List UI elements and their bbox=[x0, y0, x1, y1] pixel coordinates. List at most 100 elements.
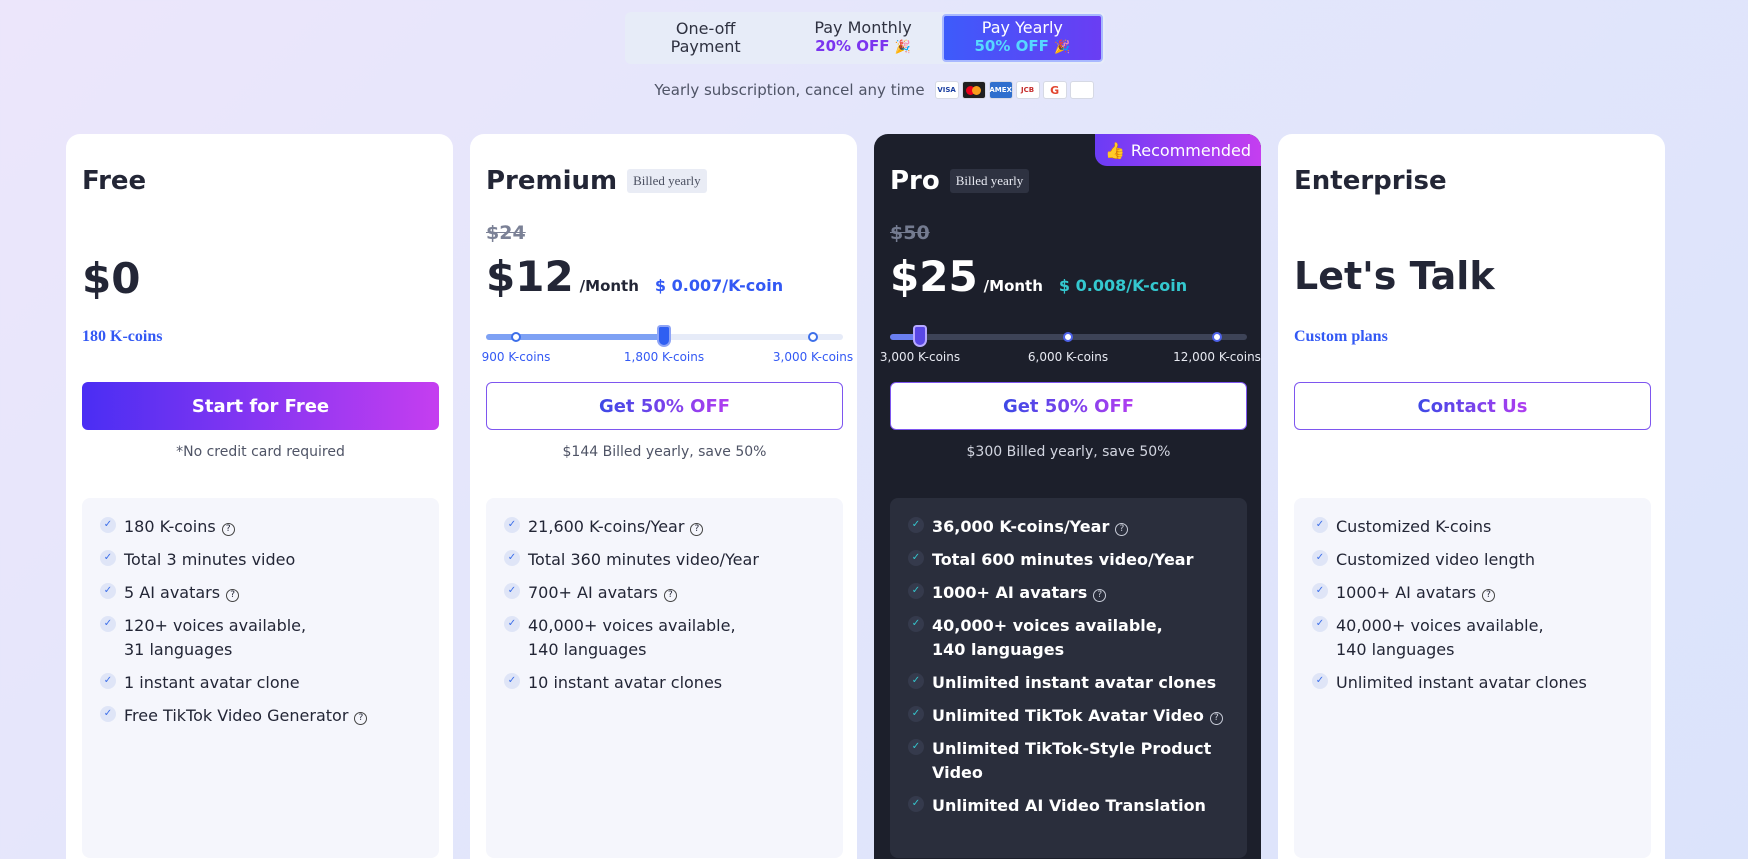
get-discount-button[interactable]: Get 50% OFF bbox=[890, 382, 1247, 430]
help-icon[interactable]: ? bbox=[1482, 588, 1496, 602]
plan-card-enterprise: Enterprise Let's Talk Custom plans Conta… bbox=[1278, 134, 1665, 859]
jcb-icon: JCB bbox=[1015, 81, 1040, 99]
tick-label: 1,800 K-coins bbox=[623, 350, 705, 364]
feature-item: ✓ 36,000 K-coins/Year? bbox=[908, 506, 1229, 539]
plan-price: $12 bbox=[486, 252, 574, 301]
check-icon: ✓ bbox=[1312, 517, 1328, 533]
check-icon: ✓ bbox=[908, 517, 924, 533]
feature-item: ✓ 700+ AI avatars? bbox=[504, 572, 825, 605]
check-icon: ✓ bbox=[504, 583, 520, 599]
kcoin-slider[interactable]: 900 K-coins 1,800 K-coins 3,000 K-coins bbox=[482, 325, 853, 364]
feature-list: ✓ 36,000 K-coins/Year? ✓ Total 600 minutes… bbox=[890, 498, 1247, 858]
plan-title: Premium Billed yearly bbox=[486, 166, 707, 196]
cta-note: *No credit card required bbox=[176, 444, 345, 460]
recommended-badge: 👍 Recommended bbox=[1094, 134, 1261, 166]
party-icon: 🎉 bbox=[1053, 40, 1071, 55]
feature-item: ✓ 1000+ AI avatars? bbox=[1312, 572, 1633, 605]
feature-item: ✓ Customized video length bbox=[1312, 539, 1633, 572]
check-icon: ✓ bbox=[504, 616, 520, 632]
price-row: $0 bbox=[82, 254, 140, 303]
slider-tick[interactable] bbox=[1212, 332, 1222, 342]
feature-item: ✓ Unlimited instant avatar clones bbox=[1312, 662, 1633, 695]
contact-us-button[interactable]: Contact Us bbox=[1294, 382, 1651, 430]
get-discount-button[interactable]: Get 50% OFF bbox=[486, 382, 843, 430]
feature-item: ✓ Customized K-coins bbox=[1312, 506, 1633, 539]
start-free-button[interactable]: Start for Free bbox=[82, 382, 439, 430]
mastercard-icon bbox=[961, 81, 986, 99]
check-icon: ✓ bbox=[100, 706, 116, 722]
plan-price: $25 bbox=[890, 252, 978, 301]
feature-item: ✓ 120+ voices available, 31 languages bbox=[100, 605, 421, 662]
feature-item: ✓ Total 360 minutes video/Year bbox=[504, 539, 825, 572]
toggle-label: Pay Yearly bbox=[981, 18, 1063, 37]
visa-icon: VISA bbox=[934, 81, 959, 99]
kcoin-slider[interactable]: 3,000 K-coins 6,000 K-coins 12,000 K-coi… bbox=[880, 325, 1261, 364]
feature-item: ✓ 40,000+ voices available, 140 languages bbox=[1312, 605, 1633, 662]
toggle-yearly[interactable]: Pay Yearly 50% OFF 🎉 bbox=[941, 14, 1103, 62]
check-icon: ✓ bbox=[908, 796, 924, 812]
tick-label: 900 K-coins bbox=[481, 350, 551, 364]
feature-item: ✓ 10 instant avatar clones bbox=[504, 662, 825, 695]
check-icon: ✓ bbox=[504, 673, 520, 689]
button-label: Get 50% OFF bbox=[1002, 395, 1135, 417]
plan-price: $0 bbox=[82, 254, 141, 303]
toggle-one-off[interactable]: One-off Payment bbox=[627, 14, 784, 62]
original-price: $24 bbox=[486, 222, 526, 244]
slider-thumb[interactable] bbox=[657, 325, 671, 347]
apple-pay-icon bbox=[1069, 81, 1094, 99]
slider-tick[interactable] bbox=[808, 332, 818, 342]
button-label: Get 50% OFF bbox=[598, 395, 731, 417]
check-icon: ✓ bbox=[908, 616, 924, 632]
help-icon[interactable]: ? bbox=[1209, 711, 1223, 725]
plan-card-pro: 👍 Recommended Pro Billed yearly $50 $25 /M… bbox=[874, 134, 1261, 859]
tick-label: 3,000 K-coins bbox=[772, 350, 854, 364]
plan-title: Free bbox=[82, 166, 147, 196]
feature-item: ✓ Unlimited AI Video Translation bbox=[908, 785, 1229, 818]
help-icon[interactable]: ? bbox=[663, 588, 677, 602]
feature-list: ✓ Customized K-coins ✓ Customized video le… bbox=[1294, 498, 1651, 858]
billing-badge: Billed yearly bbox=[627, 169, 707, 193]
price-period: /Month bbox=[579, 277, 639, 295]
check-icon: ✓ bbox=[1312, 550, 1328, 566]
kcoins-amount: 180 K-coins bbox=[82, 328, 163, 345]
tick-label: 12,000 K-coins bbox=[1173, 350, 1261, 364]
check-icon: ✓ bbox=[908, 583, 924, 599]
feature-item: ✓ Free TikTok Video Generator? bbox=[100, 695, 421, 728]
feature-item: ✓ 1000+ AI avatars? bbox=[908, 572, 1229, 605]
help-icon[interactable]: ? bbox=[1093, 588, 1107, 602]
help-icon[interactable]: ? bbox=[1115, 522, 1129, 536]
help-icon[interactable]: ? bbox=[221, 522, 235, 536]
discount-label: 20% OFF bbox=[815, 37, 890, 55]
help-icon[interactable]: ? bbox=[354, 711, 368, 725]
check-icon: ✓ bbox=[504, 550, 520, 566]
help-icon[interactable]: ? bbox=[690, 522, 704, 536]
custom-plans-label: Custom plans bbox=[1294, 328, 1388, 345]
check-icon: ✓ bbox=[100, 517, 116, 533]
price-per-kcoin: $ 0.008/K-coin bbox=[1058, 276, 1188, 295]
google-pay-icon: G bbox=[1042, 81, 1067, 99]
cta-note: $300 Billed yearly, save 50% bbox=[966, 444, 1171, 460]
check-icon: ✓ bbox=[908, 706, 924, 722]
slider-tick[interactable] bbox=[511, 332, 521, 342]
billing-toggle: One-off Payment Pay Monthly 20% OFF 🎉 Pa… bbox=[625, 12, 1105, 64]
help-icon[interactable]: ? bbox=[226, 588, 240, 602]
plan-card-premium: Premium Billed yearly $24 $12 /Month $ 0.… bbox=[470, 134, 857, 859]
price-row: $25 /Month $ 0.008/K-coin bbox=[890, 252, 1187, 301]
toggle-monthly[interactable]: Pay Monthly 20% OFF 🎉 bbox=[784, 14, 941, 62]
toggle-label: Payment bbox=[670, 37, 741, 56]
check-icon: ✓ bbox=[908, 673, 924, 689]
price-row: $12 /Month $ 0.007/K-coin bbox=[486, 252, 783, 301]
feature-item: ✓ 1 instant avatar clone bbox=[100, 662, 421, 695]
plan-title: Enterprise bbox=[1294, 166, 1447, 196]
check-icon: ✓ bbox=[100, 673, 116, 689]
price-row: Let's Talk bbox=[1294, 254, 1495, 298]
price-period: /Month bbox=[983, 277, 1043, 295]
slider-tick[interactable] bbox=[1063, 332, 1073, 342]
discount-label: 50% OFF bbox=[974, 37, 1049, 55]
feature-list: ✓ 21,600 K-coins/Year? ✓ Total 360 minutes… bbox=[486, 498, 843, 858]
slider-thumb[interactable] bbox=[913, 325, 927, 347]
price-per-kcoin: $ 0.007/K-coin bbox=[654, 276, 784, 295]
feature-item: ✓ Unlimited instant avatar clones bbox=[908, 662, 1229, 695]
feature-item: ✓ 40,000+ voices available, 140 languages bbox=[504, 605, 825, 662]
original-price: $50 bbox=[890, 222, 930, 244]
